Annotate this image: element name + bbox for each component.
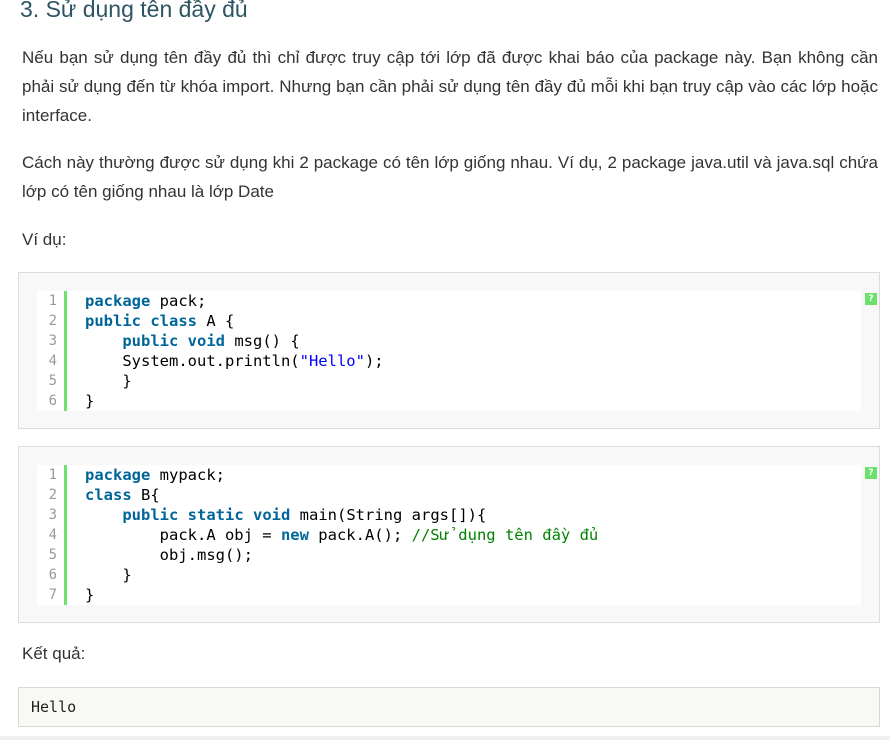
code-block-mypack: 1 package mypack; 2 class B{3 public static… bbox=[18, 446, 880, 623]
code-text: } bbox=[67, 565, 132, 585]
output-box: Hello bbox=[18, 687, 880, 727]
code-token: pack.A obj = bbox=[85, 526, 281, 544]
code-token: mypack; bbox=[150, 466, 225, 484]
code-text: public static void main(String args[]){ bbox=[67, 505, 486, 525]
code-line: 4 System.out.println("Hello"); bbox=[37, 351, 861, 371]
code-token: package bbox=[85, 466, 151, 484]
code-line: 5 obj.msg(); bbox=[37, 545, 861, 565]
code-token: static bbox=[187, 506, 244, 524]
line-number: 6 bbox=[37, 391, 67, 411]
code-token: } bbox=[85, 566, 132, 584]
code-line: 3 public void msg() { bbox=[37, 331, 861, 351]
code-token: class bbox=[85, 486, 132, 504]
code-token: public bbox=[122, 506, 179, 524]
line-number: 2 bbox=[37, 311, 67, 331]
code-token: class bbox=[150, 312, 198, 330]
line-number: 4 bbox=[37, 351, 67, 371]
paragraph-use-case: Cách này thường được sử dụng khi 2 packa… bbox=[22, 153, 878, 201]
code-token: } bbox=[85, 372, 132, 390]
line-number: 5 bbox=[37, 371, 67, 391]
code-line: 2 public class A { bbox=[37, 311, 861, 331]
code-text: package pack; bbox=[67, 291, 206, 311]
code-token: "Hello" bbox=[299, 352, 365, 370]
code-text: class B{ bbox=[67, 485, 160, 505]
code-token: pack; bbox=[150, 292, 207, 310]
code-line: 2 class B{ bbox=[37, 485, 861, 505]
code-text: } bbox=[67, 371, 132, 391]
code-token: B{ bbox=[131, 486, 160, 504]
output-text: Hello bbox=[31, 698, 77, 716]
code-text: System.out.println("Hello"); bbox=[67, 351, 384, 371]
code-line: 5 } bbox=[37, 371, 861, 391]
line-number: 3 bbox=[37, 505, 67, 525]
code-line: 1 package pack; bbox=[37, 291, 861, 311]
code-token: obj.msg(); bbox=[85, 546, 253, 564]
line-number: 6 bbox=[37, 565, 67, 585]
line-number: 3 bbox=[37, 331, 67, 351]
code-line: 7} bbox=[37, 585, 861, 605]
code-token: } bbox=[85, 586, 95, 604]
help-icon[interactable]: ? bbox=[865, 467, 877, 479]
code-lines: 1 package mypack; 2 class B{3 public static… bbox=[37, 465, 861, 605]
code-text: public void msg() { bbox=[67, 331, 300, 351]
code-text: } bbox=[67, 585, 94, 605]
code-token: main(String args[]){ bbox=[290, 506, 487, 524]
result-label: Kết quả: bbox=[22, 644, 86, 663]
line-number: 5 bbox=[37, 545, 67, 565]
section-heading: 3. Sử dụng tên đầy đủ bbox=[20, 0, 248, 22]
code-text: package mypack; bbox=[67, 465, 225, 485]
code-token: package bbox=[85, 292, 151, 310]
code-token: System.out.println( bbox=[85, 352, 300, 370]
code-token: public bbox=[85, 312, 141, 330]
code-token: new bbox=[280, 526, 309, 544]
code-token: pack.A(); bbox=[308, 526, 412, 544]
example-label: Ví dụ: bbox=[22, 230, 67, 249]
code-lines: 1 package pack; 2 public class A {3 public … bbox=[37, 291, 861, 411]
code-text: pack.A obj = new pack.A(); //Sử dụng tên… bbox=[67, 525, 599, 545]
code-token: A { bbox=[197, 312, 235, 330]
line-number: 4 bbox=[37, 525, 67, 545]
code-token: ); bbox=[364, 352, 384, 370]
line-number: 2 bbox=[37, 485, 67, 505]
code-token: void bbox=[187, 332, 225, 350]
code-line: 3 public static void main(String args[])… bbox=[37, 505, 861, 525]
code-line: 4 pack.A obj = new pack.A(); //Sử dụng t… bbox=[37, 525, 861, 545]
code-text: obj.msg(); bbox=[67, 545, 253, 565]
help-icon[interactable]: ? bbox=[865, 293, 877, 305]
line-number: 1 bbox=[37, 291, 67, 311]
code-token: msg() { bbox=[225, 332, 300, 350]
code-token: public bbox=[122, 332, 179, 350]
code-block-pack: 1 package pack; 2 public class A {3 public … bbox=[18, 272, 880, 429]
paragraph-full-name-usage: Nếu bạn sử dụng tên đầy đủ thì chỉ được … bbox=[22, 48, 878, 125]
code-token: } bbox=[85, 392, 95, 410]
bottom-divider bbox=[0, 736, 890, 740]
code-line: 6} bbox=[37, 391, 861, 411]
code-token: void bbox=[253, 506, 291, 524]
line-number: 7 bbox=[37, 585, 67, 605]
line-number: 1 bbox=[37, 465, 67, 485]
code-token: //Sử dụng tên đầy đủ bbox=[411, 526, 599, 544]
code-text: } bbox=[67, 391, 94, 411]
code-line: 1 package mypack; bbox=[37, 465, 861, 485]
code-line: 6 } bbox=[37, 565, 861, 585]
code-text: public class A { bbox=[67, 311, 234, 331]
